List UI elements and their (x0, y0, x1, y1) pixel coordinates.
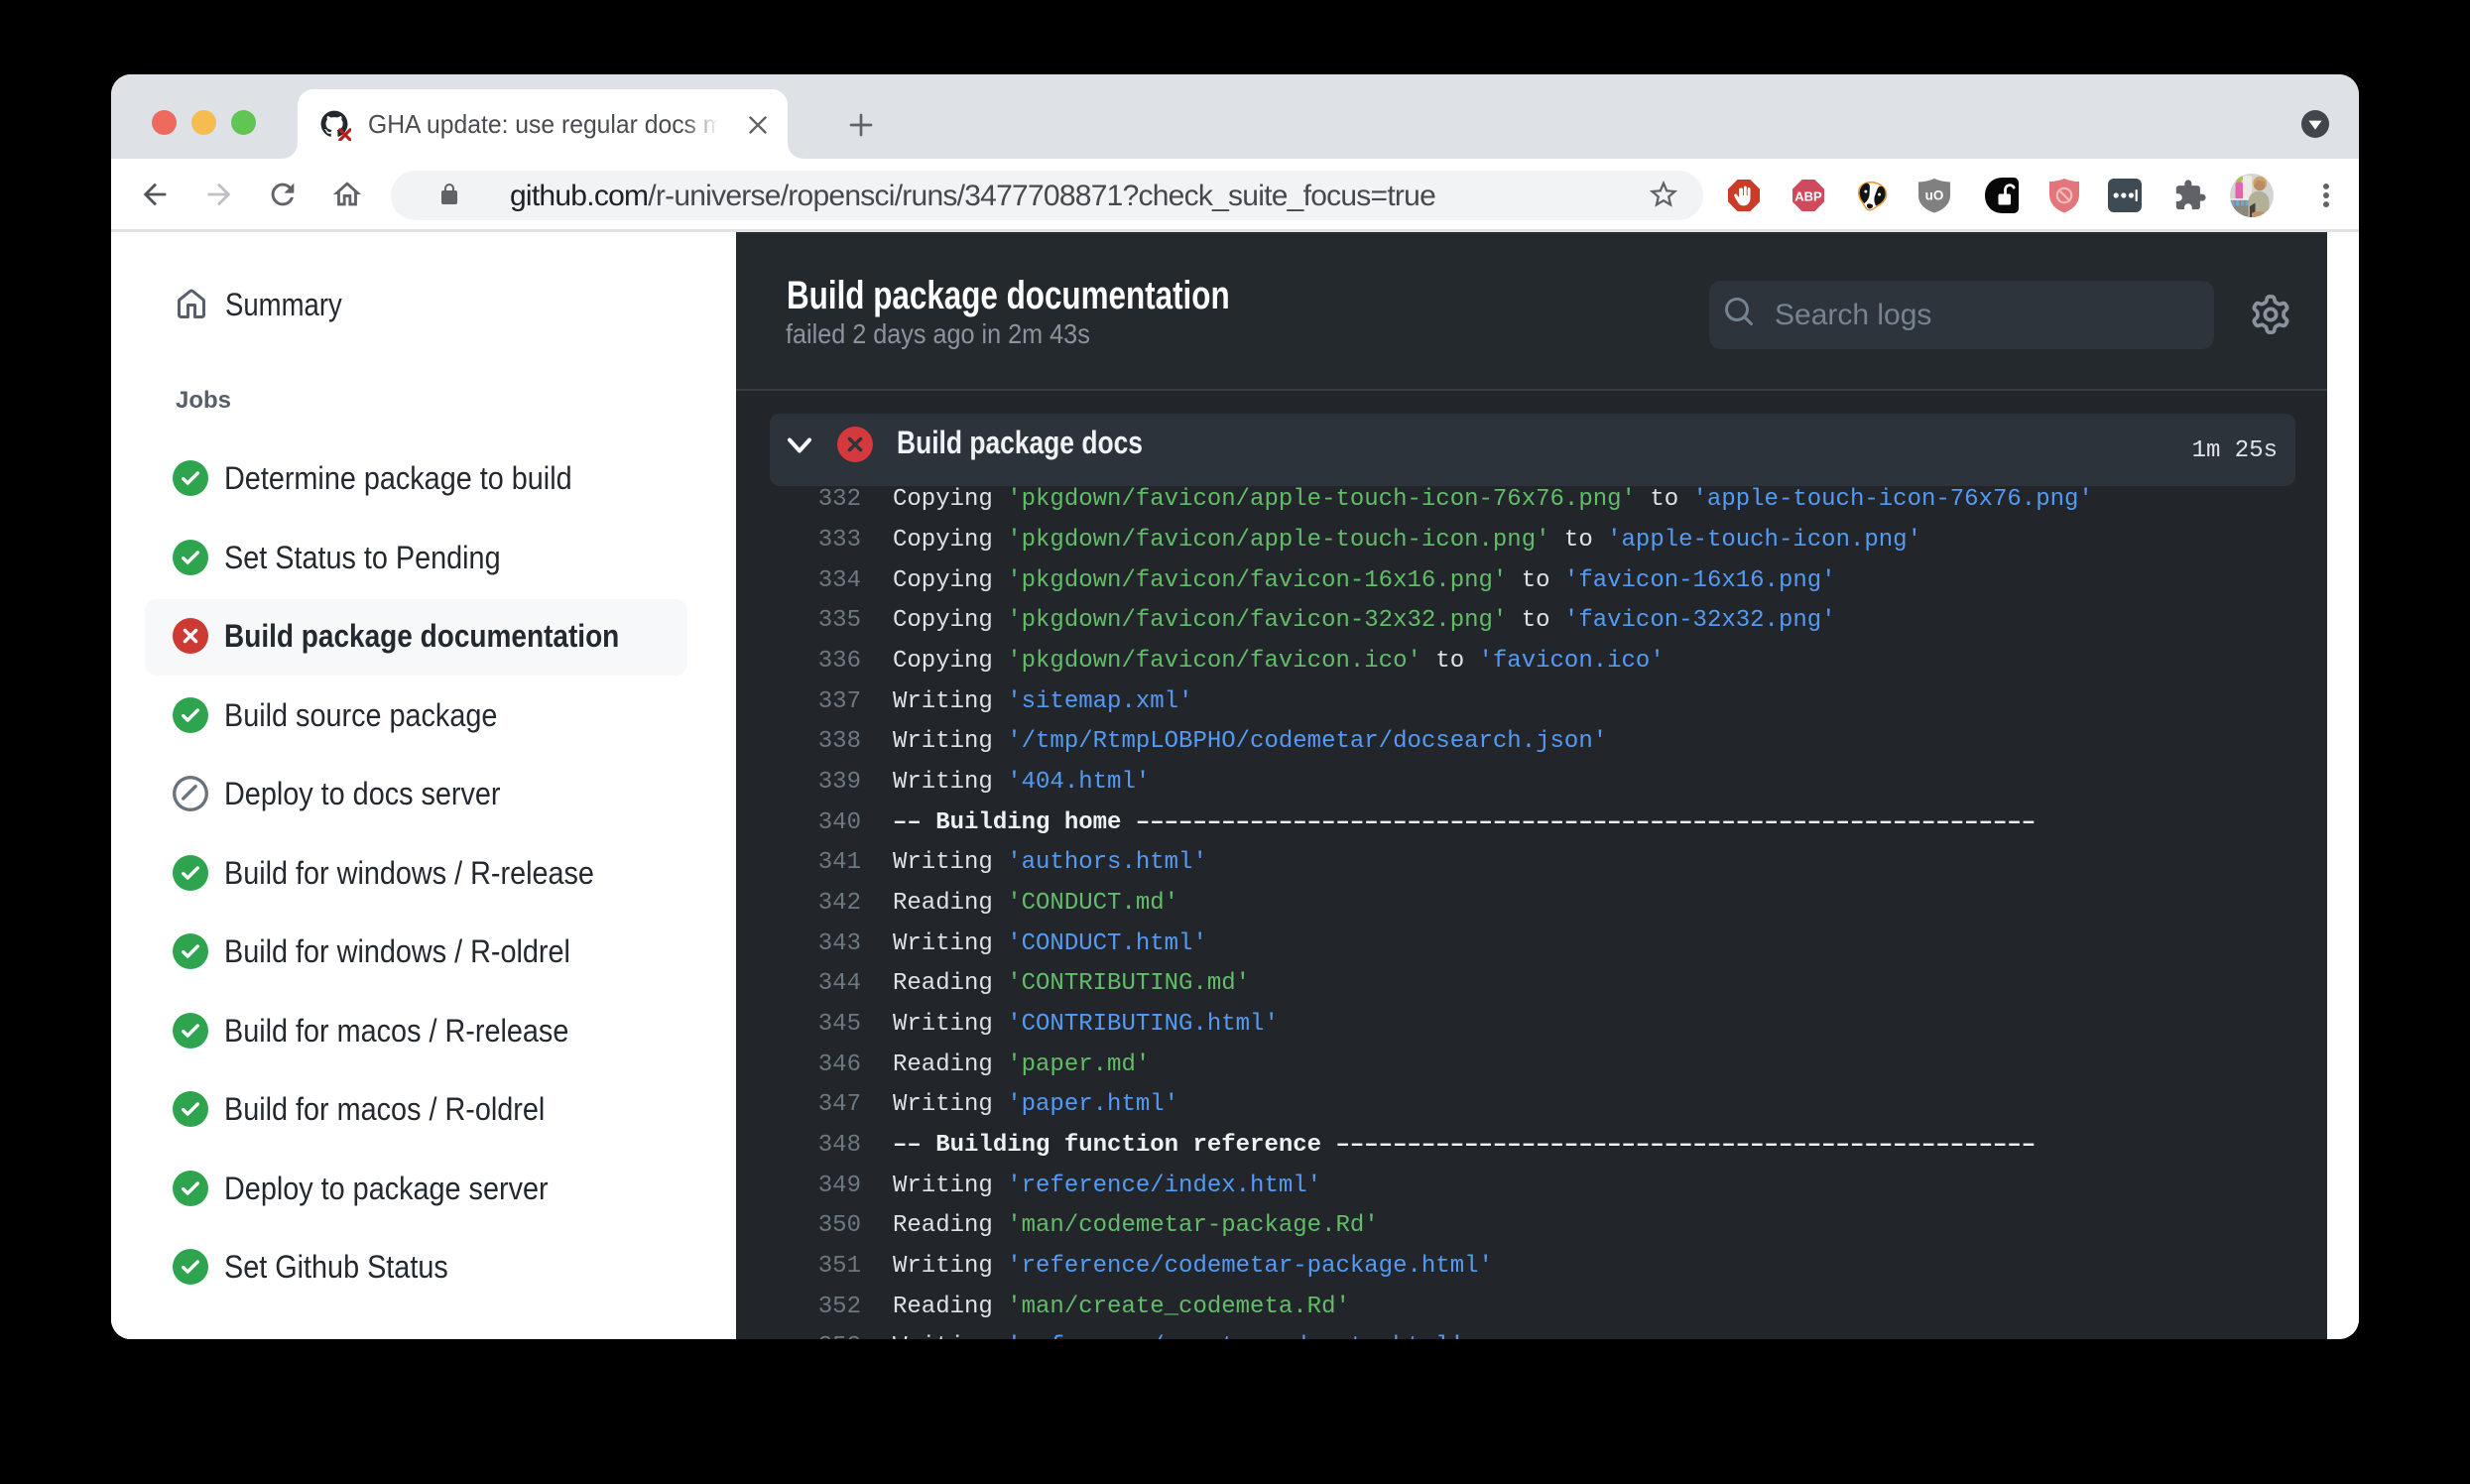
svg-text:ABP: ABP (1794, 189, 1822, 204)
svg-text:uO: uO (1925, 188, 1944, 203)
